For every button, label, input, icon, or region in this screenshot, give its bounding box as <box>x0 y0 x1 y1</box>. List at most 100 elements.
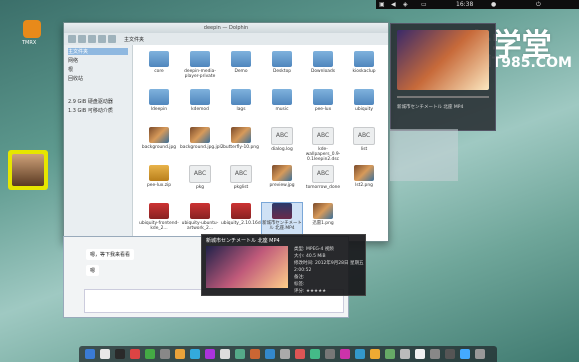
dock-app-icon[interactable] <box>115 349 125 359</box>
dock-app-icon[interactable] <box>145 349 155 359</box>
file-item[interactable]: ubiquity_2.10.16deepin9_amd... <box>221 203 292 237</box>
dock-app-icon[interactable] <box>460 349 470 359</box>
dock-app-icon[interactable] <box>250 349 260 359</box>
sidebar-item-home[interactable]: 主文件夹 <box>68 48 128 55</box>
file-item[interactable]: ubiquity-ubuntu-artwork_2... <box>180 203 220 237</box>
sidebar-item-network[interactable]: 网络 <box>68 57 78 64</box>
file-item[interactable]: background.jpg <box>139 127 179 161</box>
file-item[interactable]: pee-lux.zip <box>139 165 179 199</box>
file-item[interactable]: ubiquity-frontend-kde_2... <box>139 203 179 237</box>
folder-item[interactable]: music <box>262 89 302 123</box>
file-item[interactable]: ABC list <box>344 127 384 161</box>
video-thumbnail[interactable] <box>397 30 489 90</box>
file-name: 新城市センチメートル 北座.MP4 <box>262 221 302 231</box>
type-value: MPEG-4 视频 <box>305 247 334 252</box>
folder-item[interactable]: Desktop <box>262 51 302 85</box>
folder-item[interactable]: kioskaclup <box>344 51 384 85</box>
file-item[interactable]: ABC dialog.log <box>262 127 302 161</box>
dock-app-icon[interactable] <box>310 349 320 359</box>
file-name: kdemod <box>191 107 209 112</box>
folder-item[interactable]: Demo <box>221 51 261 85</box>
tmrx-app-icon[interactable] <box>23 20 41 38</box>
rating-label: 评分: <box>294 289 305 294</box>
folder-item[interactable]: ldeepin <box>139 89 179 123</box>
network-icon[interactable]: ◈ <box>403 1 408 8</box>
dock-app-icon[interactable] <box>430 349 440 359</box>
file-item[interactable]: lst2.png <box>344 165 384 199</box>
view-list-icon[interactable] <box>108 35 116 43</box>
folder-item[interactable]: lags <box>221 89 261 123</box>
sidebar-item-trash[interactable]: 回收站 <box>68 75 83 82</box>
file-item[interactable]: preview.jpg <box>262 165 302 199</box>
power-icon[interactable]: ⏻ <box>536 1 541 9</box>
dock-app-icon[interactable] <box>370 349 380 359</box>
package-icon <box>231 203 251 219</box>
dock-app-icon[interactable] <box>100 349 110 359</box>
file-item[interactable]: 新城市センチメートル 北座.MP4 <box>261 202 303 238</box>
battery-icon[interactable]: ▭ <box>421 1 427 8</box>
sidebar-item-disk[interactable]: 2.9 GiB 硬盘驱动器 <box>68 98 113 105</box>
image-file-icon <box>149 127 169 143</box>
file-item[interactable]: ABC kde-wallpapers_0.9-0.1leepin2.dsc <box>303 127 343 162</box>
dock-app-icon[interactable] <box>415 349 425 359</box>
folder-item[interactable]: core <box>139 51 179 85</box>
dock-app-icon[interactable] <box>160 349 170 359</box>
dock-app-icon[interactable] <box>190 349 200 359</box>
file-item[interactable]: butterfly-10.png <box>221 127 261 161</box>
dock-app-icon[interactable] <box>235 349 245 359</box>
package-icon <box>149 203 169 219</box>
rating-stars: ★★★★★ <box>305 289 327 294</box>
package-icon <box>190 203 210 219</box>
file-item[interactable]: ABC tomorrow_done <box>303 165 343 199</box>
sidebar-item-removable[interactable]: 1.3 GiB 可移动介质 <box>68 107 113 114</box>
file-name: Desktop <box>272 69 292 74</box>
folder-item[interactable]: ubiquity <box>344 89 384 123</box>
text-file-icon: ABC <box>353 127 375 145</box>
tray-icon[interactable]: ● <box>491 1 496 8</box>
dock-app-icon[interactable] <box>130 349 140 359</box>
dock-app-icon[interactable] <box>205 349 215 359</box>
dock-app-icon[interactable] <box>85 349 95 359</box>
view-icon[interactable] <box>98 35 106 43</box>
sidebar-item-root[interactable]: 根 <box>68 66 73 73</box>
menu-icon[interactable]: ▣ <box>379 1 385 8</box>
file-item[interactable]: ABC pkg <box>180 165 220 199</box>
back-icon[interactable] <box>68 35 76 43</box>
file-item[interactable]: ABC pkglist <box>221 165 261 199</box>
volume-icon[interactable]: ◀ <box>391 1 396 8</box>
archive-icon <box>149 165 169 181</box>
dock-app-icon[interactable] <box>175 349 185 359</box>
file-info-tooltip: 新城市センチメートル 北座 MP4 类型: MPEG-4 视频 大小: 40.5… <box>201 234 366 296</box>
folder-item[interactable]: deepin-media-player-private <box>180 51 220 85</box>
dock-app-icon[interactable] <box>475 349 485 359</box>
file-item[interactable]: background.jpg.jpl2 <box>180 127 224 161</box>
dock-app-icon[interactable] <box>280 349 290 359</box>
file-item[interactable]: 迅雷1.png <box>303 203 343 237</box>
dock-app-icon[interactable] <box>295 349 305 359</box>
places-sidebar: 主文件夹 网络 根 回收站 2.9 GiB 硬盘驱动器 1.3 GiB 可移动介… <box>64 45 133 241</box>
progress-bar[interactable] <box>397 96 489 98</box>
dock-app-icon[interactable] <box>355 349 365 359</box>
dock-app-icon[interactable] <box>385 349 395 359</box>
file-name: lst2.png <box>355 183 373 188</box>
tmrx-app-label: TMRX <box>22 40 37 46</box>
dock-app-icon[interactable] <box>220 349 230 359</box>
folder-item[interactable]: kdemod <box>180 89 220 123</box>
image-file-icon <box>190 127 210 143</box>
breadcrumb[interactable]: 主文件夹 <box>124 36 144 43</box>
image-file-icon <box>272 165 292 181</box>
file-name: ldeepin <box>150 107 168 112</box>
up-icon[interactable] <box>88 35 96 43</box>
dock-app-icon[interactable] <box>445 349 455 359</box>
dock-app-icon[interactable] <box>400 349 410 359</box>
dock-app-icon[interactable] <box>325 349 335 359</box>
folder-item[interactable]: Downloads <box>303 51 343 85</box>
size-value: 40.5 MiB <box>305 254 326 259</box>
folder-item[interactable]: pee-lux <box>303 89 343 123</box>
forward-icon[interactable] <box>78 35 86 43</box>
clock[interactable]: 16:38 <box>456 1 473 8</box>
user-avatar[interactable] <box>8 150 48 190</box>
dock-app-icon[interactable] <box>265 349 275 359</box>
dock-app-icon[interactable] <box>340 349 350 359</box>
file-name: background.jpg.jpl2 <box>180 145 224 150</box>
